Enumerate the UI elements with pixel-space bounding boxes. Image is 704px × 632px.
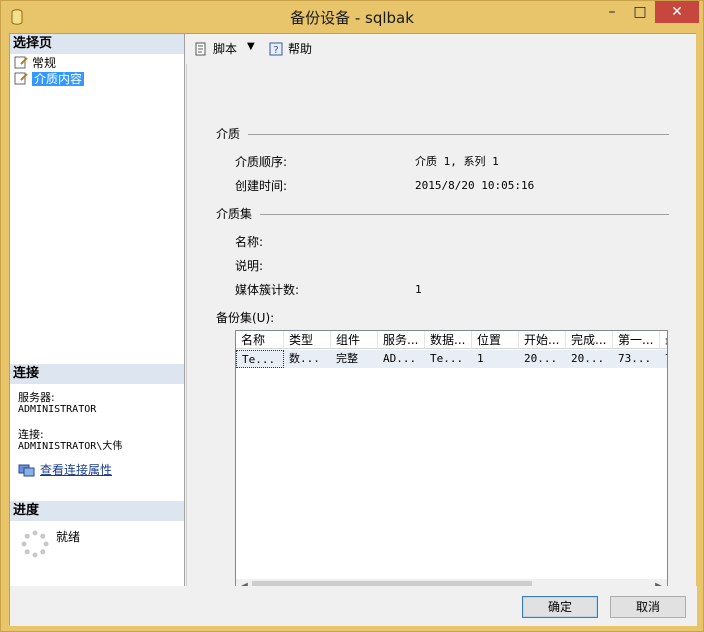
column-header[interactable]: 服务...	[378, 331, 425, 349]
table-cell: 73...	[618, 352, 652, 365]
svg-text:?: ?	[273, 45, 278, 56]
column-header[interactable]: 完成...	[566, 331, 613, 349]
column-header[interactable]: 第一...	[613, 331, 660, 349]
table-cell: 数...	[289, 352, 320, 365]
help-button[interactable]: ? 帮助	[268, 40, 312, 58]
page-wrench-icon	[14, 72, 28, 85]
table-cell: 20...	[571, 352, 605, 365]
media-order-value: 介质 1, 系列 1	[415, 155, 499, 168]
page-wrench-icon	[14, 56, 28, 69]
column-header[interactable]: 开始...	[519, 331, 566, 349]
backup-sets-grid[interactable]: 名称 类型 组件 服务... 数据... 位置 开始... 完成... 第一..…	[235, 330, 668, 596]
table-cell: AD...	[383, 352, 417, 365]
table-cell: Te...	[430, 352, 464, 365]
media-group: 介质	[216, 126, 669, 142]
cancel-button[interactable]: 取消	[610, 596, 686, 618]
column-header[interactable]: 名称	[236, 331, 284, 349]
ok-button[interactable]: 确定	[522, 596, 598, 618]
sidebar-item-label: 介质内容	[32, 72, 85, 86]
title-bar[interactable]: 备份设备 - sqlbak – □ ✕	[1, 1, 703, 33]
minimize-button[interactable]: –	[599, 1, 625, 23]
button-bar: 确定 取消	[10, 586, 697, 626]
view-connection-properties-link[interactable]: 查看连接属性	[18, 462, 112, 478]
table-cell: 完整	[336, 352, 358, 365]
creation-time-value: 2015/8/20 10:05:16	[415, 179, 535, 192]
progress-spinner-icon	[21, 530, 49, 558]
media-contents-panel: 介质 介质顺序: 介质 1, 系列 1 创建时间: 2015/8/20 10:0…	[186, 64, 696, 596]
creation-time-label: 创建时间:	[235, 179, 288, 193]
server-label: 服务器:	[18, 391, 55, 404]
media-set-name-label: 名称:	[235, 235, 264, 249]
dialog-window: 备份设备 - sqlbak – □ ✕ 选择页 常规 介质内容 连接 服务器: …	[0, 0, 704, 632]
table-cell: 7	[660, 350, 667, 368]
script-button[interactable]: 脚本	[193, 40, 237, 58]
connection-properties-icon	[18, 464, 35, 477]
close-button[interactable]: ✕	[655, 1, 699, 23]
sidebar-item-general[interactable]: 常规	[14, 55, 56, 71]
maximize-button[interactable]: □	[627, 1, 653, 23]
script-label: 脚本	[213, 42, 238, 56]
help-label: 帮助	[288, 42, 313, 56]
link-label: 查看连接属性	[40, 463, 113, 477]
script-dropdown-arrow-icon[interactable]: ▼	[247, 41, 255, 52]
server-value: ADMINISTRATOR	[18, 404, 97, 415]
table-cell: Te...	[236, 350, 284, 368]
toolbar: 脚本 ▼ ? 帮助	[186, 34, 696, 64]
table-cell: 20...	[524, 352, 558, 365]
sidebar-item-label: 常规	[32, 56, 57, 70]
sidebar-item-media-contents[interactable]: 介质内容	[14, 71, 85, 87]
table-cell: 1	[477, 352, 484, 365]
column-header[interactable]: 组件	[331, 331, 378, 349]
help-icon: ?	[269, 42, 283, 56]
media-set-group: 介质集	[216, 206, 669, 222]
connection-value: ADMINISTRATOR\大伟	[18, 441, 123, 452]
media-set-group-label: 介质集	[216, 207, 253, 221]
progress-header: 进度	[10, 501, 184, 521]
column-header[interactable]: 类型	[284, 331, 331, 349]
table-row[interactable]: Te... 数... 完整 AD... Te... 1 20... 20... …	[236, 350, 667, 368]
media-group-label: 介质	[216, 127, 241, 141]
column-header[interactable]: 数据...	[425, 331, 472, 349]
column-header[interactable]: 位置	[472, 331, 519, 349]
grid-header: 名称 类型 组件 服务... 数据... 位置 开始... 完成... 第一..…	[236, 331, 667, 349]
connection-label: 连接:	[18, 428, 44, 441]
media-set-description-label: 说明:	[235, 259, 264, 273]
connection-header: 连接	[10, 364, 184, 384]
window-title: 备份设备 - sqlbak	[290, 9, 414, 27]
left-pane: 选择页 常规 介质内容 连接 服务器: ADMINISTRATOR 连接: AD…	[10, 34, 185, 586]
group-divider	[260, 214, 669, 215]
media-family-count-label: 媒体簇计数:	[235, 283, 300, 297]
select-page-header: 选择页	[10, 34, 184, 54]
column-header[interactable]: 最	[660, 331, 667, 349]
script-icon	[195, 42, 206, 56]
group-divider	[248, 134, 669, 135]
backup-sets-label: 备份集(U):	[216, 311, 275, 325]
media-order-label: 介质顺序:	[235, 155, 288, 169]
progress-status: 就绪	[56, 530, 81, 544]
media-family-count-value: 1	[415, 283, 422, 296]
dialog-client: 选择页 常规 介质内容 连接 服务器: ADMINISTRATOR 连接: AD…	[9, 33, 697, 626]
